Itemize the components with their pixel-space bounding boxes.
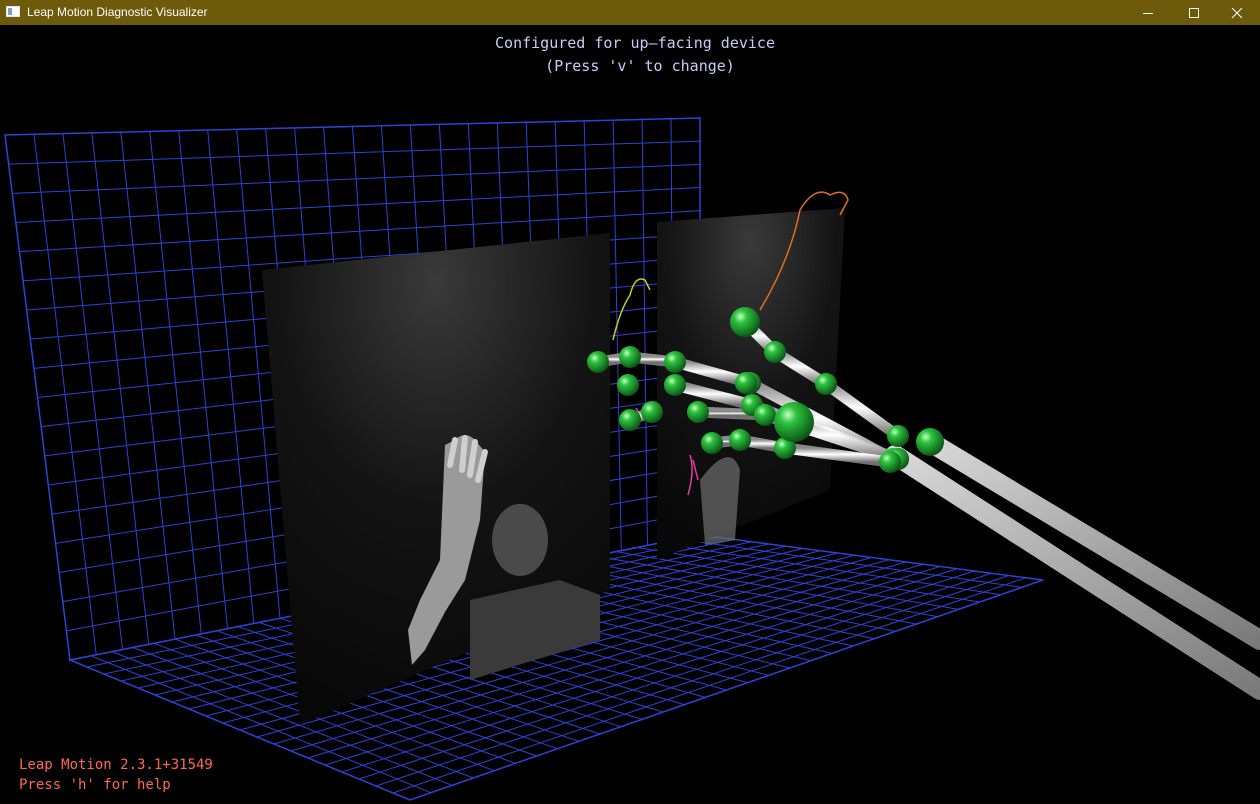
joint-sphere — [764, 341, 786, 363]
device-config-message: Configured for up–facing device — [495, 34, 775, 52]
joint-sphere — [754, 404, 776, 426]
joint-sphere — [815, 373, 837, 395]
joint-sphere — [587, 351, 609, 373]
close-button[interactable] — [1214, 0, 1260, 25]
palm-joint-sphere — [774, 402, 814, 442]
help-hint: Press 'h' for help — [19, 777, 171, 793]
palm-joint-sphere — [735, 372, 757, 394]
version-label: Leap Motion 2.3.1+31549 — [19, 757, 213, 773]
joint-sphere — [879, 451, 901, 473]
joint-sphere — [687, 401, 709, 423]
joint-sphere — [617, 374, 639, 396]
window-title: Leap Motion Diagnostic Visualizer — [27, 5, 208, 19]
3d-viewport[interactable] — [0, 25, 1260, 804]
title-bar[interactable]: Leap Motion Diagnostic Visualizer — [0, 0, 1260, 25]
change-hint: (Press 'v' to change) — [545, 57, 735, 75]
arm-bones — [885, 432, 1260, 700]
minimize-icon — [1143, 12, 1153, 14]
joint-sphere — [619, 346, 641, 368]
camera-image-left — [262, 233, 610, 725]
maximize-icon — [1189, 7, 1199, 18]
close-icon — [1231, 7, 1243, 18]
joint-sphere — [664, 351, 686, 373]
app-icon — [6, 6, 20, 17]
joint-sphere — [887, 425, 909, 447]
joint-sphere — [730, 307, 760, 337]
joint-sphere — [664, 374, 686, 396]
joint-sphere — [641, 401, 663, 423]
joint-sphere — [729, 429, 751, 451]
palm-joint-sphere — [916, 428, 944, 456]
maximize-button[interactable] — [1171, 0, 1217, 25]
joint-sphere — [701, 432, 723, 454]
visualizer-window: Leap Motion Diagnostic Visualizer Config… — [0, 0, 1260, 804]
joint-sphere — [619, 409, 641, 431]
minimize-button[interactable] — [1125, 0, 1171, 25]
